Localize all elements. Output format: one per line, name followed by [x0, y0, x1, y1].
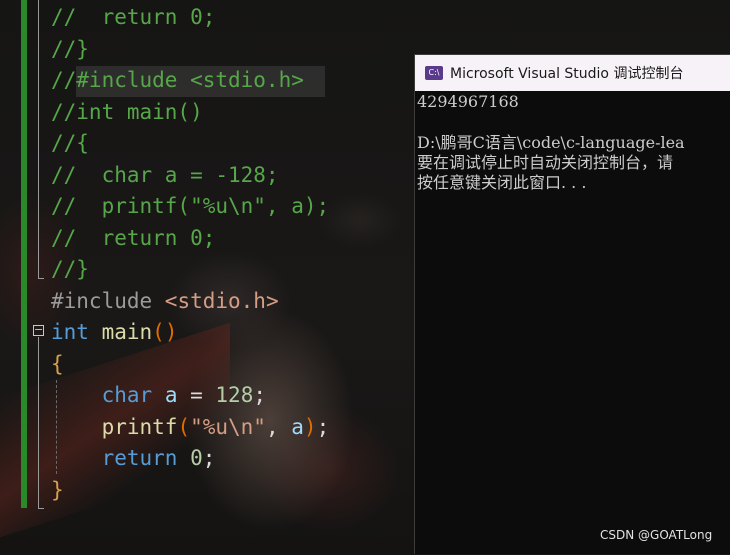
- output-line: 4294967168: [417, 92, 519, 111]
- collapse-icon[interactable]: −: [33, 324, 44, 336]
- code-line[interactable]: //}: [51, 254, 89, 285]
- watermark-text: CSDN @GOATLong: [600, 528, 713, 542]
- console-titlebar[interactable]: C:\ Microsoft Visual Studio 调试控制台: [415, 55, 730, 91]
- code-token: 0: [190, 446, 203, 470]
- code-line[interactable]: {: [51, 349, 64, 380]
- code-token: //}: [51, 36, 89, 61]
- code-line[interactable]: //int main(): [51, 97, 203, 128]
- code-line[interactable]: // return 0;: [51, 2, 215, 33]
- code-editor[interactable]: − // return 0; //} //#include <stdio.h> //i…: [0, 0, 415, 554]
- code-token: <stdio.h>: [164, 288, 279, 313]
- code-token: // printf("%u\n", a);: [51, 194, 330, 218]
- code-token: // return 0;: [51, 5, 216, 29]
- outline-line: [38, 278, 44, 279]
- code-token: int: [51, 320, 89, 344]
- code-token: // return 0;: [51, 225, 216, 250]
- code-token: #include: [51, 288, 165, 313]
- code-token: (): [152, 320, 178, 344]
- code-line[interactable]: int main(): [51, 317, 177, 348]
- code-line[interactable]: char a = 128;: [51, 380, 266, 411]
- code-token: {: [51, 351, 64, 376]
- code-token: ,: [265, 414, 292, 439]
- code-line[interactable]: // printf("%u\n", a);: [51, 191, 329, 222]
- code-token: ;: [202, 446, 216, 470]
- code-token: ;: [316, 414, 330, 439]
- code-token: //#include <stdio.h>: [51, 68, 304, 92]
- code-line[interactable]: //{: [51, 128, 89, 159]
- code-token: (: [177, 414, 191, 439]
- console-output[interactable]: 4294967168 D:\鹏哥C语言\code\c-language-lea …: [415, 91, 730, 555]
- code-token: return: [101, 446, 178, 470]
- code-line[interactable]: return 0;: [51, 443, 216, 474]
- debug-console-window[interactable]: C:\ Microsoft Visual Studio 调试控制台 429496…: [414, 54, 730, 554]
- code-token: =: [177, 383, 216, 407]
- code-token: //{: [51, 131, 89, 155]
- outline-line: [38, 508, 44, 509]
- code-line[interactable]: //}: [51, 34, 89, 65]
- code-line[interactable]: #include <stdio.h>: [51, 286, 279, 317]
- code-token: printf: [101, 414, 178, 439]
- code-line[interactable]: // char a = -128;: [51, 160, 279, 191]
- console-title: Microsoft Visual Studio 调试控制台: [450, 66, 684, 82]
- code-token: ;: [253, 383, 266, 407]
- code-token: 128: [215, 383, 254, 407]
- output-line: D:\鹏哥C语言\code\c-language-lea: [417, 133, 685, 152]
- code-token: a: [291, 414, 304, 439]
- visual-studio-icon: C:\: [425, 66, 443, 80]
- code-token: main: [101, 320, 153, 344]
- output-line: 要在调试停止时自动关闭控制台，请: [417, 153, 674, 172]
- code-token: // char a = -128;: [51, 162, 279, 187]
- output-line: 按任意键关闭此窗口. . .: [417, 173, 587, 192]
- outline-line: [38, 0, 39, 278]
- code-token: "%u\n": [190, 414, 266, 439]
- code-token: //}: [51, 257, 89, 281]
- code-token: ): [303, 414, 317, 439]
- code-token: a: [164, 383, 178, 407]
- code-line[interactable]: }: [51, 475, 64, 506]
- code-line[interactable]: printf("%u\n", a);: [51, 412, 330, 443]
- code-token: //int main(): [51, 99, 203, 124]
- code-token: char: [101, 383, 153, 407]
- code-token: }: [51, 477, 64, 502]
- code-line[interactable]: //#include <stdio.h>: [51, 65, 304, 96]
- code-line[interactable]: // return 0;: [51, 223, 215, 254]
- change-tracking-bar: [21, 0, 27, 508]
- outline-line: [38, 337, 39, 508]
